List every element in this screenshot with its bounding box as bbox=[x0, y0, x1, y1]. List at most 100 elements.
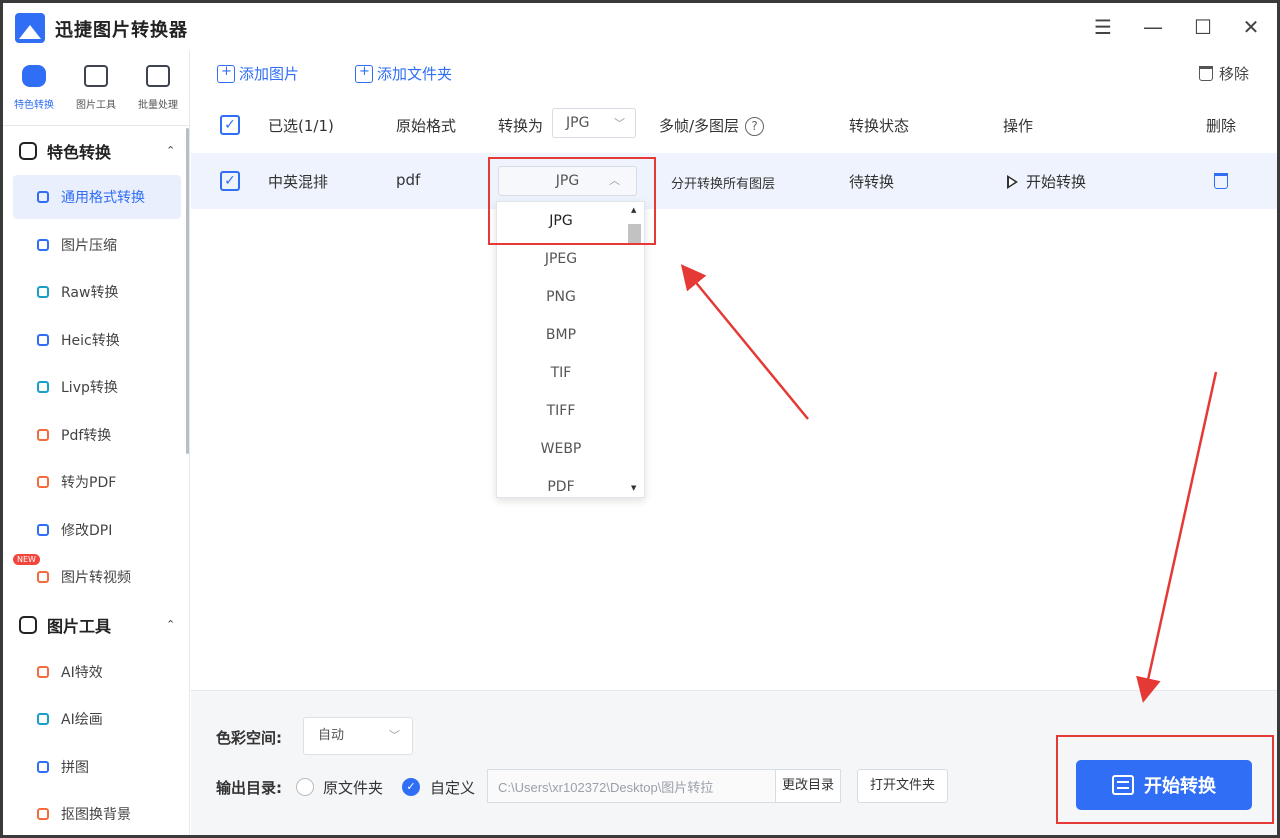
maximize-button[interactable]: ☐ bbox=[1189, 13, 1217, 41]
row-start-button[interactable]: 开始转换 bbox=[1007, 171, 1086, 192]
new-badge: NEW bbox=[13, 554, 40, 565]
sidebar-item-label: 拼图 bbox=[61, 760, 89, 776]
nav-group-label: 图片工具 bbox=[47, 617, 112, 636]
radio-original-label: 原文件夹 bbox=[323, 779, 384, 797]
dpi-icon bbox=[37, 524, 49, 536]
sidebar-item-collage[interactable]: 拼图 bbox=[13, 745, 181, 789]
open-folder-button[interactable]: 打开文件夹 bbox=[857, 769, 948, 803]
feature-convert-icon bbox=[22, 65, 46, 87]
minimize-button[interactable]: — bbox=[1139, 13, 1167, 41]
dropdown-option-bmp[interactable]: BMP bbox=[497, 316, 625, 354]
dropdown-option-pdf[interactable]: PDF bbox=[497, 468, 625, 497]
color-space-label: 色彩空间: bbox=[216, 729, 282, 747]
sidebar-item-compress[interactable]: 图片压缩 bbox=[13, 223, 181, 267]
batch-format-value: JPG bbox=[566, 115, 590, 131]
sidebar-item-heic[interactable]: Heic转换 bbox=[13, 318, 181, 362]
raw-icon bbox=[37, 286, 49, 298]
dropdown-option-webp[interactable]: WEBP bbox=[497, 430, 625, 468]
menu-icon[interactable]: ☰ bbox=[1089, 13, 1117, 41]
format-dropdown: JPG JPEG PNG BMP TIF TIFF WEBP PDF ▲ ▼ bbox=[496, 201, 645, 498]
change-dir-button[interactable]: 更改目录 bbox=[775, 769, 841, 803]
help-icon[interactable]: ? bbox=[745, 117, 765, 136]
row-checkbox[interactable]: ✓ bbox=[220, 171, 240, 191]
chevron-up-icon[interactable]: ⌃ bbox=[166, 618, 175, 631]
sidebar-item-dpi[interactable]: 修改DPI bbox=[13, 508, 181, 552]
top-tab-batch[interactable]: 批量处理 bbox=[127, 51, 189, 123]
top-tab-label: 图片工具 bbox=[76, 100, 116, 111]
sidebar-item-ai-effect[interactable]: AI特效 bbox=[13, 650, 181, 694]
row-delete-icon[interactable] bbox=[1214, 173, 1228, 189]
dropdown-option-tif[interactable]: TIF bbox=[497, 354, 625, 392]
dropdown-option-png[interactable]: PNG bbox=[497, 278, 625, 316]
heic-icon bbox=[37, 334, 49, 346]
row-start-label: 开始转换 bbox=[1026, 173, 1087, 191]
sidebar-item-label: Heic转换 bbox=[61, 333, 120, 349]
sidebar-top-icons: 特色转换 图片工具 批量处理 bbox=[3, 51, 189, 123]
radio-original-folder[interactable] bbox=[296, 778, 314, 796]
sidebar-scrollbar[interactable] bbox=[186, 128, 189, 454]
color-space-value: 自动 bbox=[318, 728, 345, 743]
top-tab-label: 特色转换 bbox=[14, 100, 54, 111]
top-tab-image-tools[interactable]: 图片工具 bbox=[65, 51, 127, 123]
sidebar-item-label: 图片压缩 bbox=[61, 238, 117, 254]
trash-icon bbox=[1199, 66, 1213, 81]
remove-button[interactable]: 移除 bbox=[1199, 63, 1249, 84]
divider bbox=[3, 125, 189, 126]
sidebar-item-label: 抠图换背景 bbox=[61, 807, 131, 823]
add-folder-icon bbox=[355, 64, 373, 83]
dropdown-option-tiff[interactable]: TIFF bbox=[497, 392, 625, 430]
add-image-icon bbox=[217, 64, 235, 83]
livp-icon bbox=[37, 381, 49, 393]
header-multiframe-label: 多帧/多图层 bbox=[659, 117, 740, 135]
row-filename: 中英混排 bbox=[268, 173, 329, 191]
to-pdf-icon bbox=[37, 476, 49, 488]
sidebar-item-raw[interactable]: Raw转换 bbox=[13, 270, 181, 314]
batch-format-select[interactable]: JPG ﹀ bbox=[552, 108, 636, 138]
sidebar-item-label: 修改DPI bbox=[61, 523, 113, 539]
add-image-button[interactable]: 添加图片 bbox=[217, 63, 299, 84]
dropdown-option-jpeg[interactable]: JPEG bbox=[497, 240, 625, 278]
image-tools-icon bbox=[84, 65, 108, 87]
add-image-label: 添加图片 bbox=[239, 65, 300, 83]
image-tools-group-icon bbox=[19, 616, 37, 634]
row-multiframe: 分开转换所有图层 bbox=[671, 177, 776, 192]
chevron-up-icon[interactable]: ⌃ bbox=[166, 144, 175, 157]
sidebar-item-label: Raw转换 bbox=[61, 285, 119, 301]
sidebar-item-ai-paint[interactable]: AI绘画 bbox=[13, 697, 181, 741]
table-row[interactable]: ✓ 中英混排 pdf JPG ︿ 分开转换所有图层 待转换 开始转换 bbox=[191, 153, 1277, 209]
collage-icon bbox=[37, 761, 49, 773]
select-all-checkbox[interactable]: ✓ bbox=[220, 115, 240, 135]
highlight-box-start-button bbox=[1056, 735, 1274, 824]
nav-group-image-tools[interactable]: 图片工具 bbox=[19, 610, 111, 640]
radio-custom[interactable]: ✓ bbox=[402, 778, 420, 796]
sidebar-item-general-convert[interactable]: 通用格式转换 bbox=[13, 175, 181, 219]
sidebar-item-to-pdf[interactable]: 转为PDF bbox=[13, 460, 181, 504]
header-delete: 删除 bbox=[1206, 117, 1237, 135]
scroll-down-arrow-icon[interactable]: ▼ bbox=[631, 484, 636, 492]
header-status: 转换状态 bbox=[849, 117, 910, 135]
sidebar-item-pdf[interactable]: Pdf转换 bbox=[13, 413, 181, 457]
compress-icon bbox=[37, 239, 49, 251]
convert-icon bbox=[37, 191, 49, 203]
add-folder-button[interactable]: 添加文件夹 bbox=[355, 63, 452, 84]
toolbar: 添加图片 添加文件夹 移除 bbox=[191, 51, 1277, 97]
close-button[interactable]: ✕ bbox=[1237, 13, 1265, 41]
sidebar: 特色转换 图片工具 批量处理 特色转换 ⌃ 通用格式转换 图片压缩 Raw转换 … bbox=[3, 51, 190, 835]
sidebar-item-label: AI特效 bbox=[61, 665, 103, 681]
app-title: 迅捷图片转换器 bbox=[55, 20, 188, 41]
top-tab-feature-convert[interactable]: 特色转换 bbox=[3, 51, 65, 123]
color-space-select[interactable]: 自动 ﹀ bbox=[303, 717, 413, 755]
sidebar-item-livp[interactable]: Livp转换 bbox=[13, 365, 181, 409]
output-path-input[interactable] bbox=[487, 769, 777, 803]
header-action: 操作 bbox=[1003, 117, 1034, 135]
sidebar-item-label: 转为PDF bbox=[61, 475, 117, 491]
nav-group-feature-convert[interactable]: 特色转换 bbox=[19, 136, 111, 166]
sidebar-item-cutout[interactable]: 抠图换背景 bbox=[13, 792, 181, 835]
dropdown-scrollbar[interactable]: ▲ ▼ bbox=[625, 202, 644, 497]
title-bar: 迅捷图片转换器 ☰ — ☐ ✕ bbox=[3, 3, 1277, 51]
highlight-box-format-select bbox=[488, 157, 656, 245]
header-multiframe: 多帧/多图层? bbox=[659, 115, 765, 136]
header-source-format: 原始格式 bbox=[396, 117, 457, 135]
row-status: 待转换 bbox=[849, 173, 895, 191]
add-folder-label: 添加文件夹 bbox=[377, 65, 453, 83]
